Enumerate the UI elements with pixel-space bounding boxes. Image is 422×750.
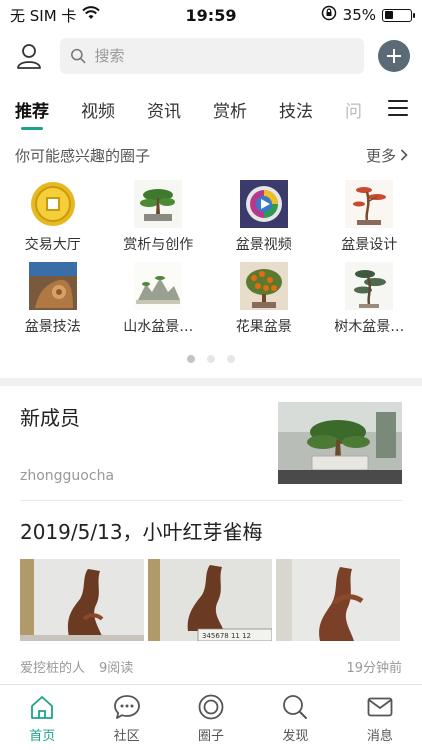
search-bar[interactable] [60, 38, 364, 74]
tab-technique[interactable]: 技法 [279, 86, 313, 132]
search-input[interactable] [94, 47, 354, 65]
page-dot[interactable] [207, 355, 215, 363]
nav-discover[interactable]: 发现 [253, 685, 337, 750]
nav-messages[interactable]: 消息 [338, 685, 422, 750]
chevron-right-icon [400, 149, 408, 161]
profile-button[interactable] [12, 39, 46, 73]
user-icon [17, 44, 41, 69]
post-time: 19分钟前 [346, 661, 402, 676]
circle-label: 盆景设计 [341, 237, 398, 253]
post-author: 爱挖桩的人 [20, 661, 86, 676]
post-card[interactable]: 2019/5/13，小叶红芽雀梅 345678 11 12 爱挖桩的人 9阅读 … [20, 502, 402, 676]
post-image [20, 559, 144, 641]
post-title: 新成员 [20, 406, 80, 430]
post-reads: 9阅读 [99, 661, 134, 676]
circles-section-header: 你可能感兴趣的圈子 更多 [15, 142, 408, 168]
tab-news[interactable]: 资讯 [147, 86, 181, 132]
stump-icon [28, 262, 77, 310]
circle-item[interactable]: 树木盆景… [317, 262, 422, 336]
circle-label: 盆景视频 [235, 237, 292, 253]
nav-label: 消息 [366, 728, 393, 744]
circles-heading: 你可能感兴趣的圈子 [15, 146, 151, 165]
post-author: zhongguocha [20, 468, 115, 484]
battery-percent: 35% [342, 6, 376, 24]
nav-label: 首页 [29, 728, 56, 744]
ruler-text: 345678 11 12 [202, 632, 251, 640]
plus-icon [387, 49, 401, 63]
post-meta-left: 爱挖桩的人 9阅读 [20, 657, 133, 676]
chat-icon [112, 692, 142, 722]
search-icon [280, 692, 310, 722]
status-right: 35% [321, 5, 415, 25]
post-image: 345678 11 12 [148, 559, 272, 641]
category-tabs: 推荐 视频 资讯 赏析 技法 问 [0, 86, 422, 132]
section-divider [0, 378, 422, 386]
coin-icon [29, 180, 77, 228]
circle-label: 花果盆景 [235, 319, 292, 335]
tab-appreciation[interactable]: 赏析 [213, 86, 247, 132]
tab-recommend[interactable]: 推荐 [15, 86, 49, 132]
status-left: 无 SIM 卡 [10, 5, 101, 26]
orientation-lock-icon [321, 5, 337, 25]
circle-item[interactable]: 花果盆景 [211, 262, 317, 336]
fruit-tree-icon [239, 262, 288, 310]
circle-item[interactable]: 盆景视频 [211, 180, 317, 254]
pine-tree-icon [345, 262, 394, 310]
page-indicator [0, 355, 422, 363]
bottom-nav: 首页 社区 圈子 发现 消息 [0, 684, 422, 750]
nav-label: 社区 [113, 728, 140, 744]
nav-label: 圈子 [198, 728, 225, 744]
post-card[interactable]: 新成员 zhongguocha [20, 386, 402, 501]
more-label: 更多 [365, 146, 396, 165]
menu-icon[interactable] [388, 98, 408, 118]
tab-video[interactable]: 视频 [81, 86, 115, 132]
circle-item[interactable]: 盆景技法 [0, 262, 106, 336]
status-bar: 无 SIM 卡 19:59 35% [0, 0, 422, 30]
circle-item[interactable]: 交易大厅 [0, 180, 106, 254]
page-dot[interactable] [187, 355, 195, 363]
battery-icon [382, 8, 415, 22]
top-header [0, 30, 422, 82]
nav-label: 发现 [282, 728, 309, 744]
circle-item[interactable]: 赏析与创作 [106, 180, 212, 254]
home-icon [27, 692, 57, 722]
bonsai-icon [134, 180, 183, 228]
circle-label: 交易大厅 [24, 237, 81, 253]
circle-item[interactable]: 山水盆景… [106, 262, 212, 336]
tab-questions[interactable]: 问 [345, 86, 365, 132]
more-link[interactable]: 更多 [366, 145, 408, 166]
sketch-tree-icon [345, 180, 394, 228]
post-image [278, 402, 402, 484]
circle-icon [196, 692, 226, 722]
video-icon [239, 180, 288, 228]
circles-grid: 交易大厅 赏析与创作 盆景视频 盆景设计 盆景技法 山水盆景… 花果盆景 树木盆… [0, 180, 422, 336]
post-meta: 爱挖桩的人 9阅读 19分钟前 [20, 657, 402, 676]
page-dot[interactable] [227, 355, 235, 363]
carrier-label: 无 SIM 卡 [10, 6, 77, 25]
circle-label: 盆景技法 [24, 319, 81, 335]
search-icon [71, 48, 86, 64]
nav-home[interactable]: 首页 [0, 685, 84, 750]
circle-label: 赏析与创作 [123, 237, 194, 253]
circle-label: 山水盆景… [123, 319, 194, 335]
circle-label: 树木盆景… [334, 319, 405, 335]
post-title: 2019/5/13，小叶红芽雀梅 [20, 520, 263, 544]
nav-circles[interactable]: 圈子 [169, 685, 253, 750]
nav-community[interactable]: 社区 [84, 685, 168, 750]
mail-icon [365, 692, 395, 722]
wifi-icon [82, 6, 101, 24]
add-button[interactable] [378, 40, 410, 72]
landscape-icon [134, 262, 183, 310]
circle-item[interactable]: 盆景设计 [317, 180, 422, 254]
post-image [276, 559, 400, 641]
post-image-row: 345678 11 12 [20, 559, 402, 641]
